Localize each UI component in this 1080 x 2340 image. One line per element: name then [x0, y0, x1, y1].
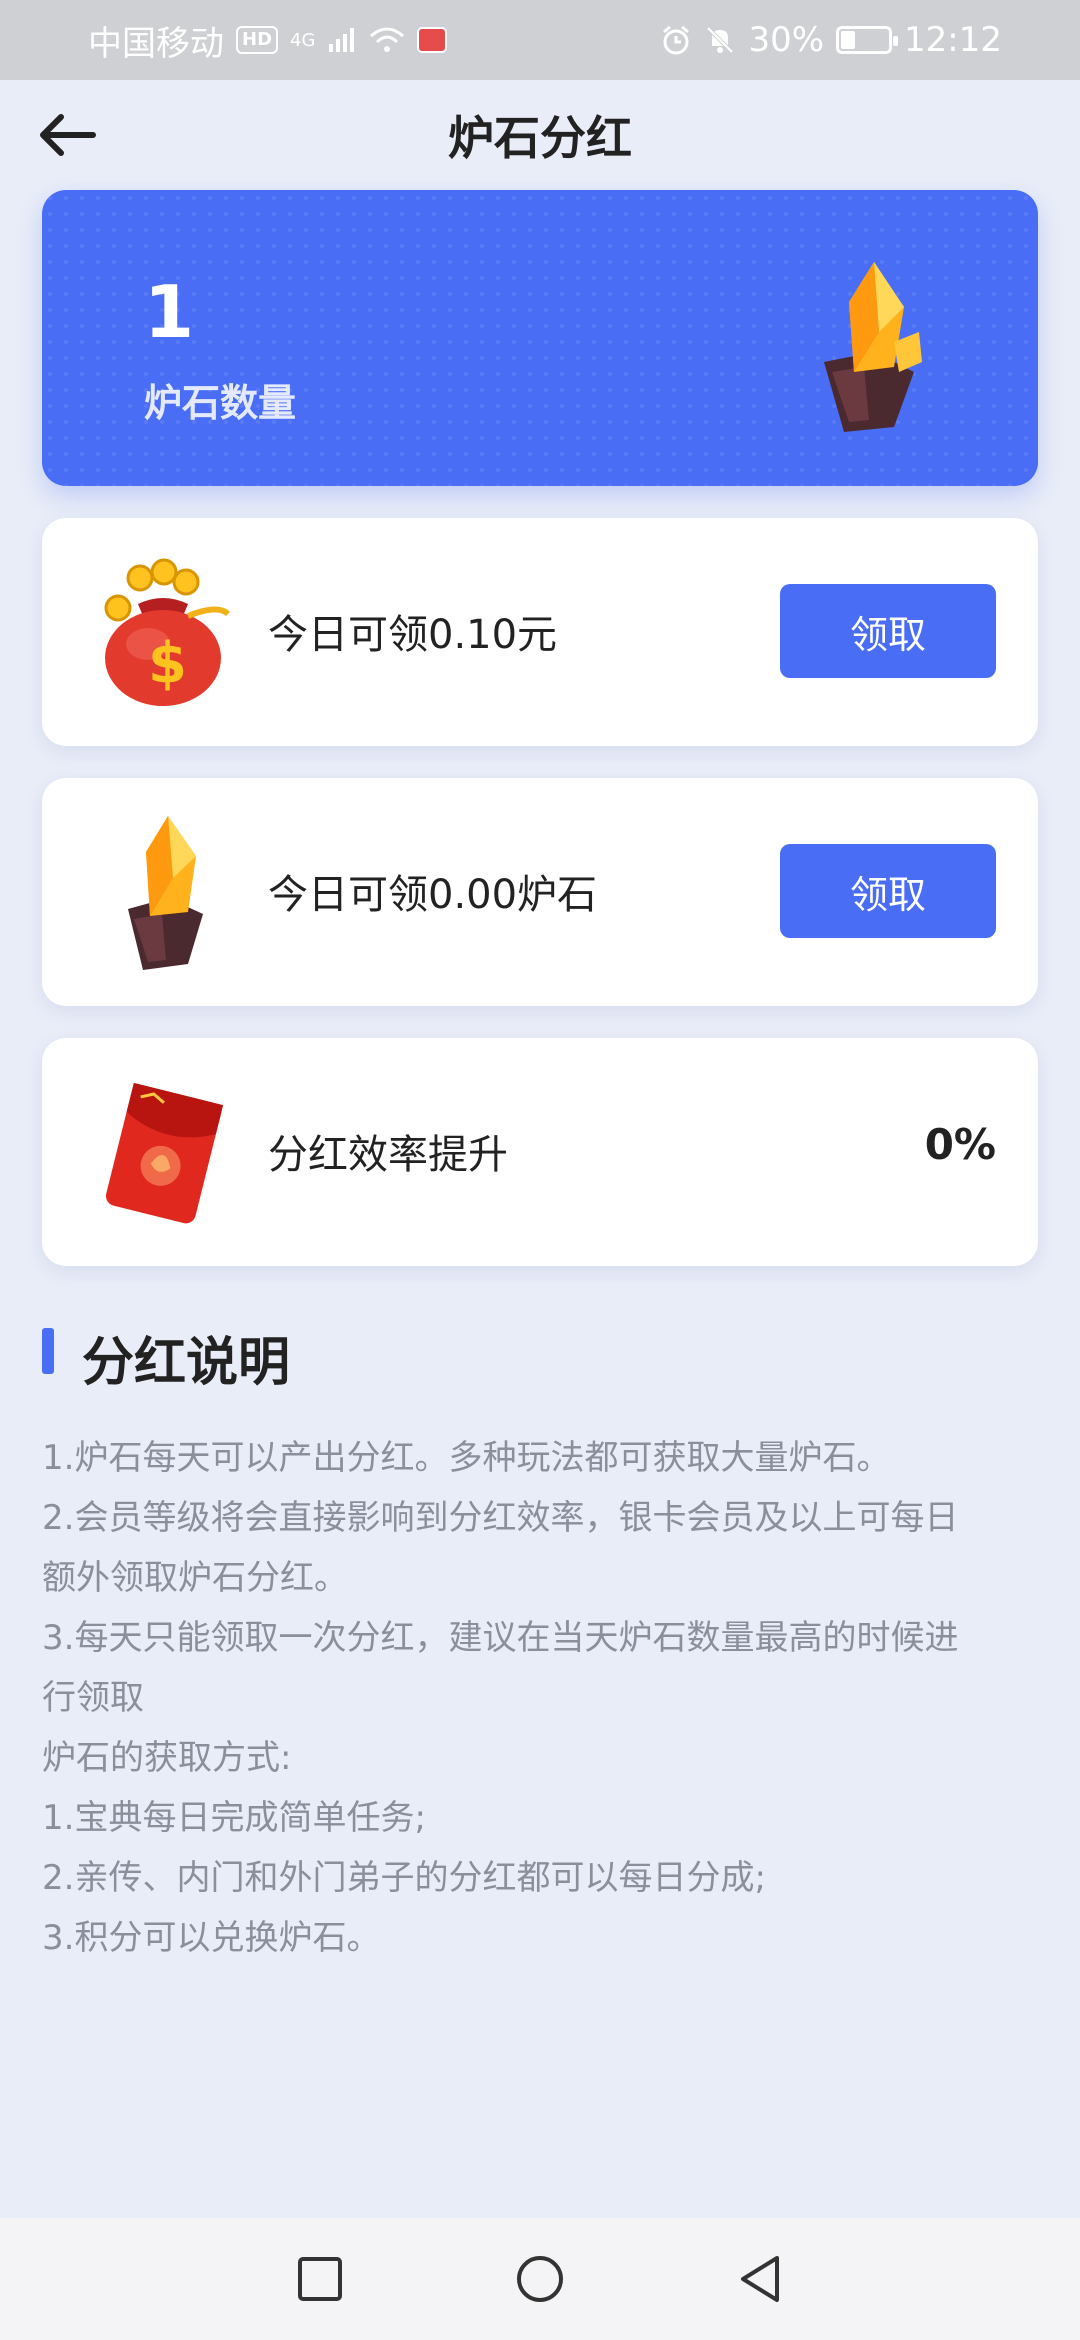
money-bag-icon: $: [104, 558, 231, 706]
red-envelope-icon: [105, 1082, 224, 1224]
status-bar: 中国移动 HD 4G 30% 12:12: [0, 0, 1080, 80]
explanation-line: 2.会员等级将会直接影响到分红效率，银卡会员及以上可每日: [42, 1498, 959, 1538]
battery-percent: 30%: [748, 20, 825, 60]
explanation-line: 3.每天只能领取一次分红，建议在当天炉石数量最高的时候进: [42, 1618, 959, 1658]
explanation-line: 3.积分可以兑换炉石。: [42, 1918, 381, 1958]
arrow-left-icon: [40, 114, 96, 156]
network-type: 4G: [290, 29, 316, 51]
recent-apps-button[interactable]: [290, 2249, 350, 2309]
stone-count-label: 炉石数量: [144, 381, 297, 425]
efficiency-text: 分红效率提升: [268, 1132, 508, 1178]
stone-claim-card: 今日可领0.00炉石 领取: [42, 778, 1038, 1006]
signal-icon: [329, 28, 355, 52]
page-title: 炉石分红: [448, 111, 632, 165]
explanation-line: 额外领取炉石分红。: [42, 1558, 348, 1598]
stone-claim-text: 今日可领0.00炉石: [268, 872, 598, 918]
svg-text:$: $: [148, 631, 187, 696]
section-accent-bar: [42, 1328, 54, 1374]
status-right: 30% 12:12: [660, 20, 1002, 60]
battery-icon: [836, 26, 899, 54]
explanation-line: 行领取: [42, 1678, 144, 1718]
claim-money-button[interactable]: 领取: [780, 584, 996, 678]
mute-bell-icon: [707, 26, 734, 54]
gem-stone-icon: [824, 262, 922, 432]
hd-badge: HD: [236, 26, 279, 54]
alarm-icon: [663, 25, 690, 55]
header: 炉石分红: [0, 80, 1080, 190]
efficiency-card: 分红效率提升 0%: [42, 1038, 1038, 1266]
claim-stone-button[interactable]: 领取: [780, 844, 996, 938]
gem-stone-icon: [128, 816, 203, 970]
clock: 12:12: [904, 20, 1002, 60]
notification-app-icon: [417, 27, 448, 53]
efficiency-value: 0%: [924, 1120, 996, 1169]
explanation-title: 分红说明: [82, 1333, 291, 1393]
battery-fill: [841, 31, 856, 49]
carrier-name: 中国移动: [88, 23, 224, 64]
money-claim-card: $ 今日可领0.10元 领取: [42, 518, 1038, 746]
stone-count: 1: [144, 270, 195, 354]
wifi-icon: [370, 27, 405, 52]
back-button[interactable]: [34, 104, 100, 166]
money-claim-text: 今日可领0.10元: [268, 612, 558, 658]
home-button[interactable]: [510, 2249, 570, 2309]
explanation-line: 2.亲传、内门和外门弟子的分红都可以每日分成;: [42, 1858, 766, 1898]
triangle-back-icon: [741, 2256, 779, 2302]
system-nav-bar: [0, 2218, 1080, 2340]
explanation-line: 1.宝典每日完成简单任务;: [42, 1798, 426, 1838]
square-icon: [298, 2257, 342, 2301]
status-left: 中国移动 HD 4G: [88, 16, 448, 65]
back-nav-button[interactable]: [730, 2249, 790, 2309]
explanation-line: 炉石的获取方式:: [42, 1738, 292, 1778]
circle-icon: [517, 2256, 563, 2302]
explanation-line: 1.炉石每天可以产出分红。多种玩法都可获取大量炉石。: [42, 1438, 891, 1478]
explanation-text: 1.炉石每天可以产出分红。多种玩法都可获取大量炉石。 2.会员等级将会直接影响到…: [42, 1428, 1032, 1968]
stone-count-card: 1 炉石数量: [42, 190, 1038, 486]
